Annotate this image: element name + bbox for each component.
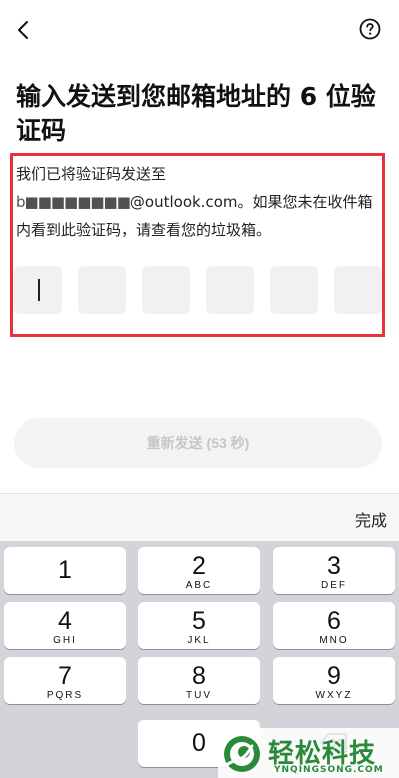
top-bar (0, 0, 399, 60)
key-3[interactable]: 3 DEF (273, 547, 395, 594)
key-6[interactable]: 6 MNO (273, 602, 395, 649)
code-box-1[interactable] (14, 266, 62, 314)
key-digit: 1 (58, 556, 72, 584)
code-input-row[interactable] (14, 266, 386, 314)
help-button[interactable] (359, 18, 381, 40)
chevron-left-icon (18, 21, 28, 39)
key-letters: DEF (321, 580, 347, 591)
key-digit: 8 (192, 662, 206, 690)
code-box-2[interactable] (78, 266, 126, 314)
code-box-4[interactable] (206, 266, 254, 314)
question-circle-icon (359, 18, 381, 40)
back-button[interactable] (12, 16, 36, 44)
key-8[interactable]: 8 TUV (138, 657, 260, 704)
key-digit: 3 (327, 552, 341, 580)
key-digit: 2 (192, 552, 206, 580)
key-letters: WXYZ (315, 690, 353, 701)
resend-code-button[interactable]: 重新发送 (53 秒) (14, 418, 382, 468)
key-digit: 5 (192, 607, 206, 635)
page-title: 输入发送到您邮箱地址的 6 位验证码 (16, 82, 376, 145)
key-letters: GHI (53, 635, 77, 646)
key-7[interactable]: 7 PQRS (4, 657, 126, 704)
code-box-6[interactable] (334, 266, 382, 314)
key-4[interactable]: 4 GHI (4, 602, 126, 649)
key-1[interactable]: 1 (4, 547, 126, 594)
key-2[interactable]: 2 ABC (138, 547, 260, 594)
text-caret (38, 279, 40, 301)
key-letters: TUV (186, 690, 212, 701)
key-digit: 9 (327, 662, 341, 690)
leaf-logo-icon (224, 736, 260, 772)
done-button[interactable]: 完成 (355, 507, 387, 531)
key-letters: PQRS (46, 690, 84, 701)
key-letters: JKL (187, 635, 211, 646)
key-digit: 7 (58, 662, 72, 690)
key-9[interactable]: 9 WXYZ (273, 657, 395, 704)
key-digit: 6 (327, 607, 341, 635)
code-box-5[interactable] (270, 266, 318, 314)
site-watermark: 轻松科技 YNQINGSONG.COM (218, 728, 399, 778)
masked-email-local: b■■■■■■■■ (16, 193, 131, 211)
keyboard-toolbar: 完成 (0, 493, 399, 541)
code-box-3[interactable] (142, 266, 190, 314)
description-line1: 我们已将验证码发送至 (16, 165, 167, 183)
verification-description: 我们已将验证码发送至 b■■■■■■■■@outlook.com。如果您未在收件… (16, 160, 384, 244)
watermark-subtext: YNQINGSONG.COM (274, 765, 384, 775)
key-5[interactable]: 5 JKL (138, 602, 260, 649)
key-digit: 4 (58, 607, 72, 635)
key-letters: ABC (185, 580, 213, 591)
key-letters: MNO (319, 635, 349, 646)
email-domain: @outlook.com (129, 193, 238, 211)
